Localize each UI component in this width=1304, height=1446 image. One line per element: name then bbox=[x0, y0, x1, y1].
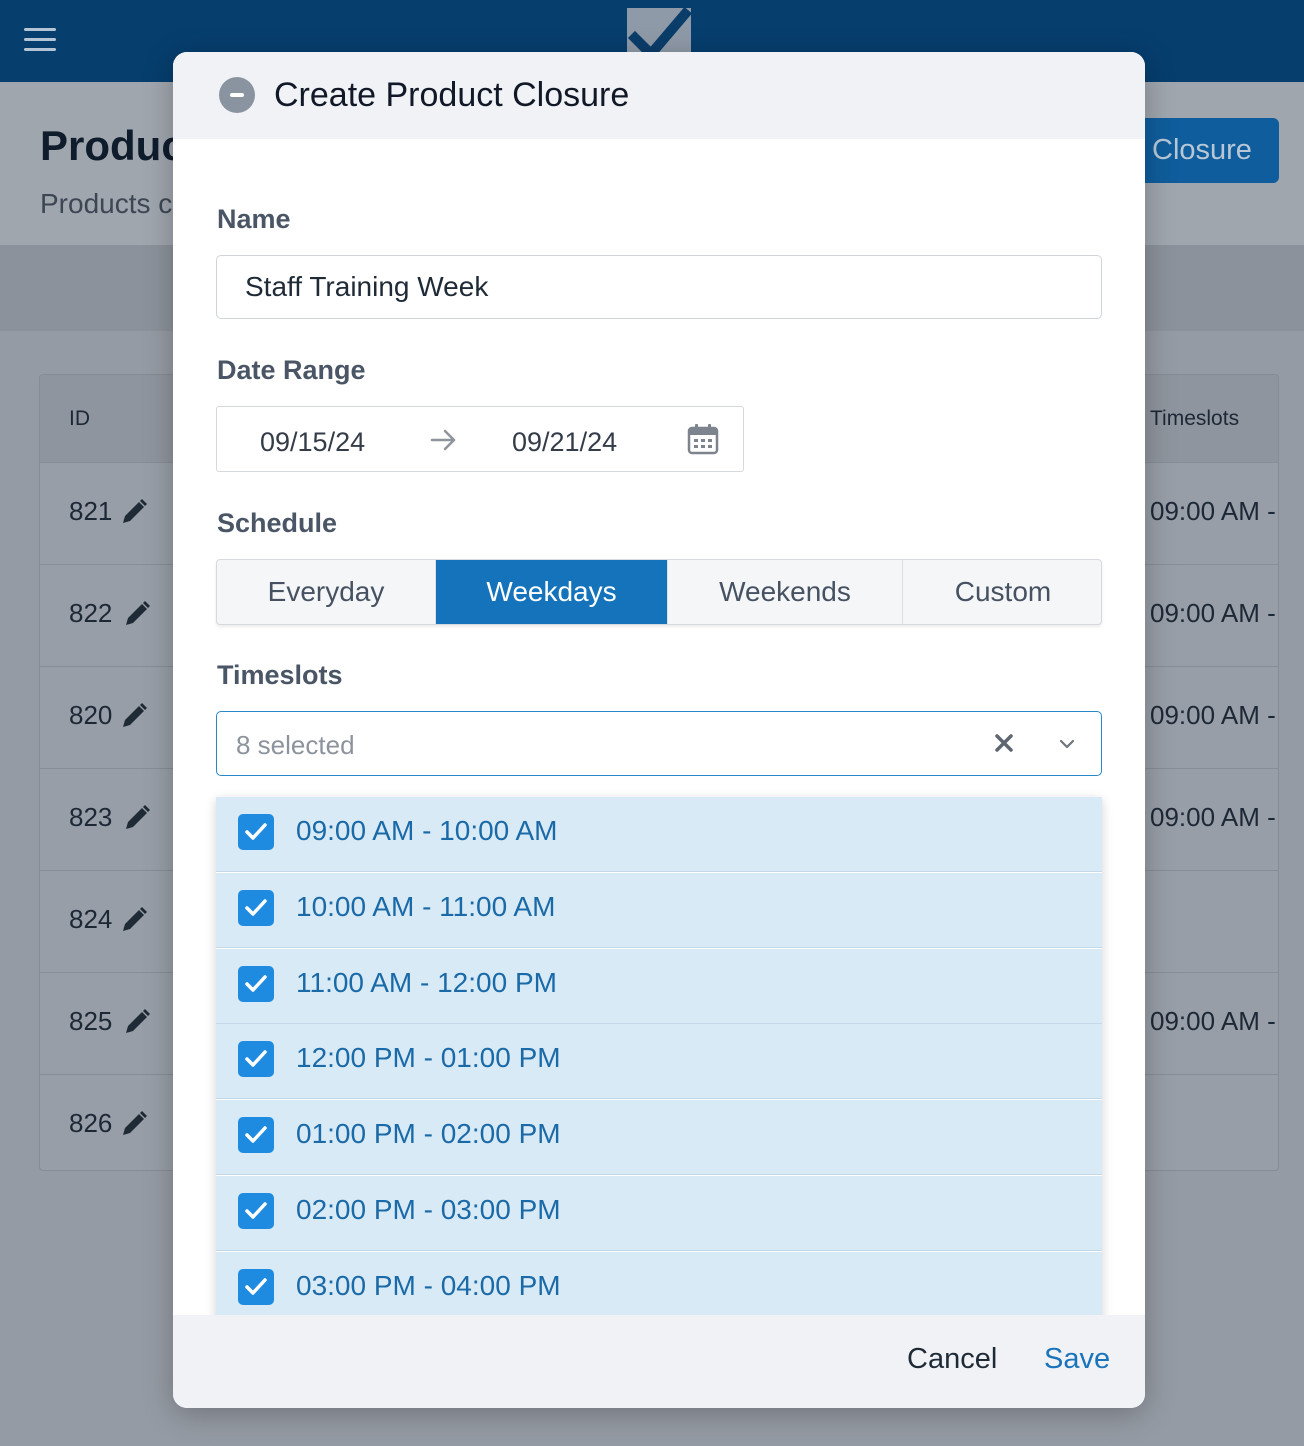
chevron-down-icon[interactable] bbox=[1057, 734, 1077, 754]
modal-header: Create Product Closure bbox=[173, 52, 1145, 139]
checkbox-checked-icon[interactable] bbox=[238, 1041, 274, 1078]
row-timeslot: 09:00 AM - bbox=[1150, 598, 1276, 628]
row-id: 822 bbox=[69, 598, 113, 628]
row-id: 826 bbox=[69, 1108, 113, 1138]
create-closure-modal: Create Product Closure Name Date Range 0… bbox=[173, 52, 1145, 1408]
timeslot-option[interactable]: 01:00 PM - 02:00 PM bbox=[216, 1100, 1102, 1176]
timeslot-option-label: 12:00 PM - 01:00 PM bbox=[296, 1042, 561, 1074]
checkbox-checked-icon[interactable] bbox=[238, 889, 274, 926]
row-id: 825 bbox=[69, 1006, 113, 1036]
page-title: Produc bbox=[40, 122, 185, 169]
timeslots-dropdown: 09:00 AM - 10:00 AM 10:00 AM - 11:00 AM 11… bbox=[216, 797, 1102, 1331]
save-button[interactable]: Save bbox=[1044, 1343, 1110, 1376]
checkbox-checked-icon[interactable] bbox=[238, 965, 274, 1002]
modal-title: Create Product Closure bbox=[274, 76, 630, 114]
timeslot-option-label: 02:00 PM - 03:00 PM bbox=[296, 1194, 561, 1225]
checkbox-checked-icon[interactable] bbox=[238, 1117, 274, 1154]
timeslot-option[interactable]: 11:00 AM - 12:00 PM bbox=[216, 948, 1102, 1024]
pencil-icon[interactable] bbox=[119, 1109, 149, 1139]
date-end[interactable]: 09/21/24 bbox=[512, 427, 617, 458]
date-range-label: Date Range bbox=[217, 355, 366, 385]
column-header-id: ID bbox=[69, 407, 90, 430]
pencil-icon[interactable] bbox=[122, 803, 152, 833]
name-label: Name bbox=[217, 204, 291, 234]
checkbox-checked-icon[interactable] bbox=[238, 814, 274, 850]
timeslot-option-label: 10:00 AM - 11:00 AM bbox=[296, 890, 556, 922]
timeslot-option[interactable]: 10:00 AM - 11:00 AM bbox=[216, 872, 1102, 948]
modal-footer: Cancel Save bbox=[173, 1315, 1145, 1408]
row-id: 821 bbox=[69, 496, 113, 526]
timeslots-select[interactable]: 8 selected bbox=[216, 711, 1102, 776]
schedule-segmented-control: Everyday Weekdays Weekends Custom bbox=[216, 559, 1102, 625]
checkbox-checked-icon[interactable] bbox=[238, 1268, 274, 1305]
timeslots-label: Timeslots bbox=[217, 660, 343, 690]
minus-circle-icon[interactable] bbox=[219, 77, 255, 113]
timeslots-summary: 8 selected bbox=[236, 730, 355, 760]
timeslot-option-label: 03:00 PM - 04:00 PM bbox=[296, 1269, 561, 1301]
schedule-option-weekends[interactable]: Weekends bbox=[668, 560, 903, 624]
row-id: 824 bbox=[69, 904, 113, 934]
timeslot-option-label: 09:00 AM - 10:00 AM bbox=[296, 815, 558, 846]
menu-icon[interactable] bbox=[24, 28, 56, 52]
page-subtitle: Products c bbox=[40, 188, 173, 219]
calendar-icon[interactable] bbox=[687, 423, 719, 455]
clear-x-icon[interactable] bbox=[993, 732, 1015, 754]
date-start[interactable]: 09/15/24 bbox=[260, 427, 365, 458]
schedule-option-everyday[interactable]: Everyday bbox=[217, 560, 436, 624]
timeslot-option-label: 01:00 PM - 02:00 PM bbox=[296, 1118, 561, 1150]
pencil-icon[interactable] bbox=[119, 701, 149, 731]
schedule-label: Schedule bbox=[217, 508, 338, 538]
date-range-picker[interactable]: 09/15/24 09/21/24 bbox=[216, 406, 744, 472]
timeslot-option[interactable]: 02:00 PM - 03:00 PM bbox=[216, 1176, 1102, 1251]
name-input[interactable] bbox=[216, 255, 1102, 319]
row-timeslot: 09:00 AM - bbox=[1150, 1006, 1276, 1036]
pencil-icon[interactable] bbox=[119, 905, 149, 935]
row-id: 823 bbox=[69, 802, 113, 832]
row-timeslot: 09:00 AM - bbox=[1150, 700, 1276, 730]
pencil-icon[interactable] bbox=[122, 599, 152, 629]
arrow-right-icon bbox=[430, 429, 456, 451]
pencil-icon[interactable] bbox=[122, 1007, 152, 1037]
pencil-icon[interactable] bbox=[119, 497, 149, 527]
timeslot-option[interactable]: 12:00 PM - 01:00 PM bbox=[216, 1024, 1102, 1100]
schedule-option-custom[interactable]: Custom bbox=[903, 560, 1101, 624]
timeslot-option[interactable]: 09:00 AM - 10:00 AM bbox=[216, 797, 1102, 872]
column-header-timeslots: Timeslots bbox=[1150, 407, 1240, 430]
cancel-button[interactable]: Cancel bbox=[907, 1343, 997, 1376]
row-id: 820 bbox=[69, 700, 113, 730]
row-timeslot: 09:00 AM - bbox=[1150, 802, 1276, 832]
checkbox-checked-icon[interactable] bbox=[238, 1193, 274, 1229]
schedule-option-weekdays[interactable]: Weekdays bbox=[436, 560, 668, 624]
timeslot-option-label: 11:00 AM - 12:00 PM bbox=[296, 966, 557, 998]
row-timeslot: 09:00 AM - bbox=[1150, 496, 1276, 526]
